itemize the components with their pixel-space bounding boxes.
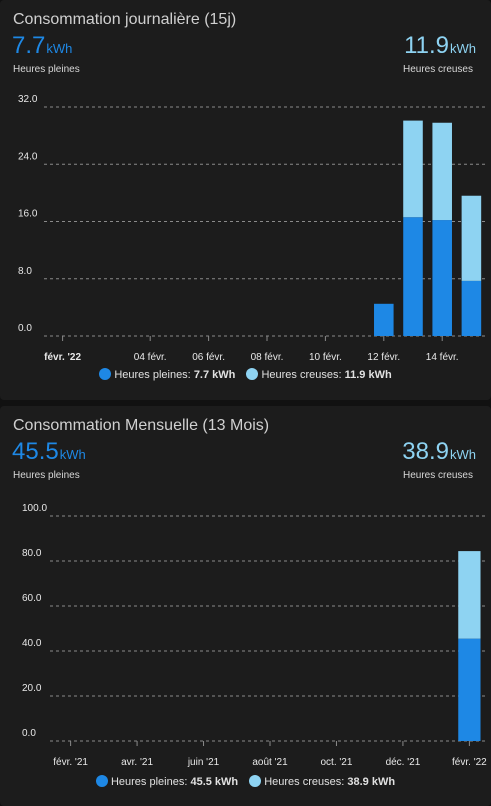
daily-legend-full-value: 7.7 kWh xyxy=(193,369,236,381)
x-tick-label: févr. '22 xyxy=(44,352,81,362)
x-tick-label: juin '21 xyxy=(187,757,220,768)
daily-off-hours-label: Heures creuses xyxy=(402,64,473,75)
y-tick-label: 60.0 xyxy=(22,593,42,604)
legend-dot-full-icon xyxy=(95,775,108,787)
y-tick-label: 8.0 xyxy=(18,266,32,277)
legend-dot-off-icon xyxy=(249,775,262,787)
daily-card-title: Consommation journalière (15j) xyxy=(13,11,237,28)
daily-off-unit: kWh xyxy=(450,41,476,56)
y-tick-label: 24.0 xyxy=(18,151,38,162)
daily-full-unit: kWh xyxy=(46,41,73,56)
x-tick-label: oct. '21 xyxy=(320,757,352,768)
bar-full-hours xyxy=(461,280,482,336)
daily-full-number: 7.7 xyxy=(12,32,46,59)
monthly-off-number: 38.9 xyxy=(402,438,449,465)
y-tick-label: 32.0 xyxy=(18,94,38,105)
monthly-legend-off[interactable]: Heures creuses: 38.9 kWh xyxy=(249,775,395,788)
x-tick-label: déc. '21 xyxy=(386,757,421,768)
monthly-bar-chart: 0.0 20.0 40.0 60.0 80.0 100.0 févr. '21 avr. '2… xyxy=(22,503,487,768)
monthly-legend-full-label: Heures pleines: xyxy=(110,776,188,788)
monthly-off-hours-label: Heures creuses xyxy=(402,470,473,481)
monthly-legend-off-value: 38.9 kWh xyxy=(347,776,396,788)
monthly-legend: Heures pleines: 45.5 kWh Heures creuses:… xyxy=(0,775,491,788)
monthly-full-hours-label: Heures pleines xyxy=(13,470,80,481)
daily-legend-off[interactable]: Heures creuses: 11.9 kWh xyxy=(246,368,392,381)
bar-off-hours xyxy=(432,122,452,221)
legend-dot-off-icon xyxy=(246,368,259,380)
x-tick-label: févr. '21 xyxy=(53,757,88,768)
monthly-off-hours-value: 38.9kWh xyxy=(402,438,476,466)
monthly-legend-full-value: 45.5 kWh xyxy=(190,776,239,788)
legend-dot-full-icon xyxy=(99,368,112,380)
x-tick-label: 10 févr. xyxy=(309,352,342,362)
x-tick-label: févr. '22 xyxy=(452,757,487,768)
monthly-card-title: Consommation Mensuelle (13 Mois) xyxy=(13,417,270,434)
y-tick-label: 16.0 xyxy=(18,209,38,220)
daily-off-hours-value: 11.9kWh xyxy=(404,32,476,60)
daily-legend: Heures pleines: 7.7 kWh Heures creuses: … xyxy=(0,368,491,381)
bar-full-hours xyxy=(432,220,452,336)
x-tick-label: 14 févr. xyxy=(426,352,459,362)
x-tick-label: août '21 xyxy=(252,757,288,768)
bar-full-hours xyxy=(458,638,481,741)
x-tick-label: 08 févr. xyxy=(251,352,284,362)
bar-off-hours xyxy=(461,195,482,281)
daily-legend-full[interactable]: Heures pleines: 7.7 kWh xyxy=(99,368,235,381)
monthly-full-number: 45.5 xyxy=(12,438,59,465)
bar-off-hours xyxy=(458,551,481,639)
monthly-consumption-card: Consommation Mensuelle (13 Mois) 45.5kWh… xyxy=(0,406,491,806)
daily-legend-full-label: Heures pleines: xyxy=(114,369,191,381)
bar-off-hours xyxy=(403,120,423,218)
x-tick-label: 12 févr. xyxy=(367,352,400,362)
monthly-legend-off-label: Heures creuses: xyxy=(264,776,345,788)
monthly-full-hours-value: 45.5kWh xyxy=(12,438,86,466)
daily-full-hours-value: 7.7kWh xyxy=(12,32,72,60)
daily-legend-off-value: 11.9 kWh xyxy=(344,369,392,381)
daily-consumption-card: Consommation journalière (15j) 7.7kWh 11… xyxy=(0,0,491,400)
x-tick-label: 06 févr. xyxy=(192,352,225,362)
y-tick-label: 20.0 xyxy=(22,683,42,694)
y-tick-label: 100.0 xyxy=(22,503,47,514)
daily-full-hours-label: Heures pleines xyxy=(13,64,80,75)
y-tick-label: 0.0 xyxy=(18,323,32,334)
daily-off-number: 11.9 xyxy=(404,32,449,59)
x-tick-label: 04 févr. xyxy=(134,352,167,362)
y-tick-label: 40.0 xyxy=(22,638,42,649)
daily-bar-chart: 0.0 8.0 16.0 24.0 32.0 févr. '22 04 févr. 06 fé… xyxy=(18,94,486,362)
y-tick-label: 80.0 xyxy=(22,548,42,559)
monthly-full-unit: kWh xyxy=(59,447,86,462)
daily-legend-off-label: Heures creuses: xyxy=(261,369,342,381)
monthly-off-unit: kWh xyxy=(450,447,476,462)
y-tick-label: 0.0 xyxy=(22,728,36,739)
bar-full-hours xyxy=(374,303,394,336)
x-tick-label: avr. '21 xyxy=(121,757,153,768)
bar-full-hours xyxy=(403,217,423,336)
monthly-legend-full[interactable]: Heures pleines: 45.5 kWh xyxy=(95,775,239,788)
